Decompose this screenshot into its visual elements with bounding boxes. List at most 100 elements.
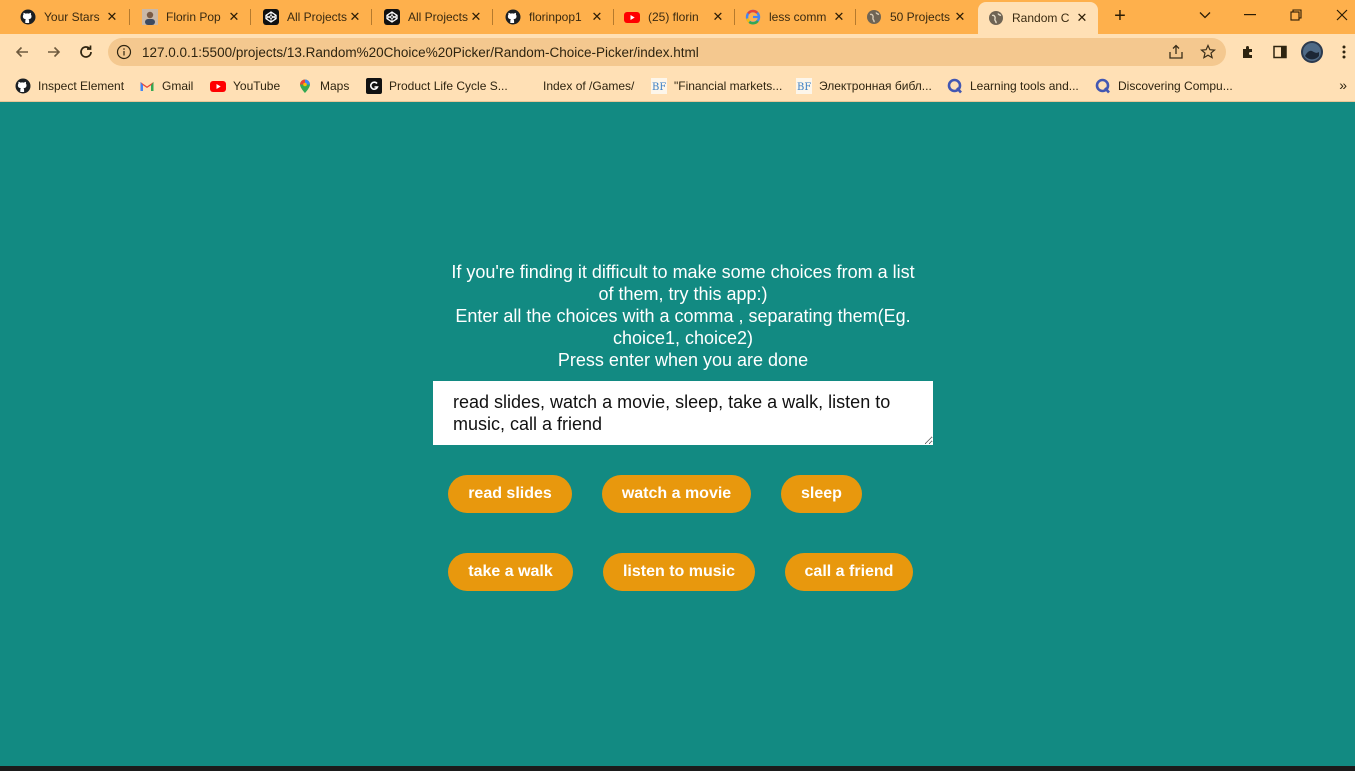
instruction-line: Press enter when you are done: [557, 350, 809, 370]
tab-title: 50 Projects: [890, 10, 951, 24]
bookmark-label: Product Life Cycle S...: [389, 79, 508, 93]
bookmark-label: "Financial markets...: [674, 79, 783, 93]
reload-icon[interactable]: [74, 40, 98, 64]
tab-title: less comm: [769, 10, 827, 24]
address-bar[interactable]: 127.0.0.1:5500/projects/13.Random%20Choi…: [108, 38, 1226, 66]
close-icon[interactable]: ✕: [710, 9, 726, 25]
close-icon[interactable]: ✕: [468, 9, 484, 25]
bookmark-youtube[interactable]: YouTube: [210, 76, 280, 96]
bookmark-label: Index of /Games/: [543, 79, 635, 93]
choice-tag: sleep: [781, 475, 862, 513]
bookmark-label: Learning tools and...: [970, 79, 1079, 93]
choice-tag: read slides: [448, 475, 572, 513]
tab-florinpop1[interactable]: florinpop1 ✕: [493, 4, 613, 30]
github-icon: [20, 9, 36, 25]
q-icon: [947, 78, 963, 94]
bookmark-gmail[interactable]: Gmail: [139, 76, 193, 96]
bookmark-star-icon[interactable]: [1198, 42, 1218, 62]
close-icon[interactable]: ✕: [1074, 10, 1090, 26]
close-icon[interactable]: ✕: [952, 9, 968, 25]
tab-random-choice-picker[interactable]: Random C ✕: [978, 2, 1098, 34]
site-info-icon[interactable]: [116, 44, 132, 60]
github-icon: [505, 9, 521, 25]
choices-textarea[interactable]: read slides, watch a movie, sleep, take …: [433, 381, 933, 445]
youtube-icon: [210, 78, 226, 94]
tab-title: Florin Pop: [166, 10, 221, 24]
restore-icon[interactable]: [1273, 0, 1319, 30]
tab-strip: Your Stars ✕ Florin Pop ✕ All Projects ✕…: [0, 0, 1355, 34]
bf-icon: BF: [651, 78, 667, 94]
kebab-menu-icon[interactable]: [1334, 42, 1354, 62]
tab-title: (25) florin: [648, 10, 699, 24]
minimize-icon[interactable]: [1227, 0, 1273, 30]
bookmark-maps[interactable]: Maps: [297, 76, 349, 96]
bookmark-label: Maps: [320, 79, 350, 93]
window-close-icon[interactable]: [1319, 0, 1355, 30]
tab-title: florinpop1: [529, 10, 582, 24]
google-icon: [745, 9, 761, 25]
instruction-line: Enter all the choices with a comma , sep…: [455, 306, 911, 326]
url-text: 127.0.0.1:5500/projects/13.Random%20Choi…: [142, 44, 699, 60]
instruction-line: of them, try this app:): [598, 284, 768, 304]
bookmark-label: Discovering Compu...: [1118, 79, 1233, 93]
bookmark-label: Inspect Element: [38, 79, 125, 93]
profile-avatar-icon[interactable]: [1301, 41, 1323, 63]
extensions-puzzle-icon[interactable]: [1238, 42, 1258, 62]
forward-arrow-icon[interactable]: [42, 40, 66, 64]
close-icon[interactable]: ✕: [589, 9, 605, 25]
tab-title: All Projects: [408, 10, 468, 24]
instruction-line: If you're finding it difficult to make s…: [451, 262, 915, 282]
bookmark-financial-markets[interactable]: BF "Financial markets...: [651, 76, 782, 96]
bookmarks-bar: Inspect Element Gmail YouTube Maps Produ…: [0, 70, 1355, 102]
tab-50-projects[interactable]: 50 Projects ✕: [856, 4, 976, 30]
choice-tag: watch a movie: [602, 475, 751, 513]
instructions-text: If you're finding it difficult to make s…: [433, 261, 933, 371]
bookmark-electronic-library[interactable]: BF Электронная библ...: [796, 76, 932, 96]
tab-search-chevron-icon[interactable]: [1182, 0, 1228, 30]
bookmark-product-life-cycle[interactable]: Product Life Cycle S...: [366, 76, 508, 96]
bookmark-discovering-computers[interactable]: Discovering Compu...: [1095, 76, 1233, 96]
tab-title: All Projects: [287, 10, 347, 24]
bookmarks-overflow-chevron[interactable]: »: [1339, 77, 1347, 93]
tab-all-projects-2[interactable]: All Projects ✕: [372, 4, 492, 30]
tab-google-search[interactable]: less comm ✕: [735, 4, 855, 30]
taskbar-edge: [0, 766, 1355, 771]
avatar-icon: [142, 9, 158, 25]
svg-text:BF: BF: [797, 82, 811, 93]
maps-pin-icon: [297, 78, 313, 94]
share-icon[interactable]: [1166, 42, 1186, 62]
tab-title: Your Stars: [44, 10, 100, 24]
close-icon[interactable]: ✕: [347, 9, 363, 25]
tab-youtube[interactable]: (25) florin ✕: [614, 4, 734, 30]
bookmark-learning-tools[interactable]: Learning tools and...: [947, 76, 1079, 96]
tab-your-stars[interactable]: Your Stars ✕: [2, 4, 128, 30]
bookmark-label: YouTube: [233, 79, 281, 93]
choice-tag: take a walk: [448, 553, 573, 591]
globe-icon: [866, 9, 882, 25]
browser-toolbar: 127.0.0.1:5500/projects/13.Random%20Choi…: [0, 34, 1355, 70]
tab-title: Random C: [1012, 11, 1070, 25]
page-content: If you're finding it difficult to make s…: [0, 103, 1355, 766]
close-icon[interactable]: ✕: [831, 9, 847, 25]
bookmark-inspect-element[interactable]: Inspect Element: [15, 76, 124, 96]
new-tab-button[interactable]: +: [1109, 5, 1131, 27]
bookmark-label: Gmail: [162, 79, 194, 93]
svg-text:BF: BF: [652, 82, 666, 93]
close-icon[interactable]: ✕: [226, 9, 242, 25]
tab-florin-pop[interactable]: Florin Pop ✕: [130, 4, 250, 30]
side-panel-icon[interactable]: [1270, 42, 1290, 62]
back-arrow-icon[interactable]: [10, 40, 34, 64]
gmail-icon: [139, 78, 155, 94]
codepen-icon: [384, 9, 400, 25]
globe-icon: [988, 10, 1004, 26]
bookmark-label: Электронная библ...: [819, 79, 932, 93]
choice-tag: call a friend: [785, 553, 913, 591]
bf-icon: BF: [796, 78, 812, 94]
q-icon: [1095, 78, 1111, 94]
g-square-icon: [366, 78, 382, 94]
choice-tag: listen to music: [603, 553, 755, 591]
bookmark-index-of-games[interactable]: Index of /Games/: [543, 76, 634, 96]
youtube-icon: [624, 9, 640, 25]
tab-all-projects-1[interactable]: All Projects ✕: [251, 4, 371, 30]
close-icon[interactable]: ✕: [104, 9, 120, 25]
